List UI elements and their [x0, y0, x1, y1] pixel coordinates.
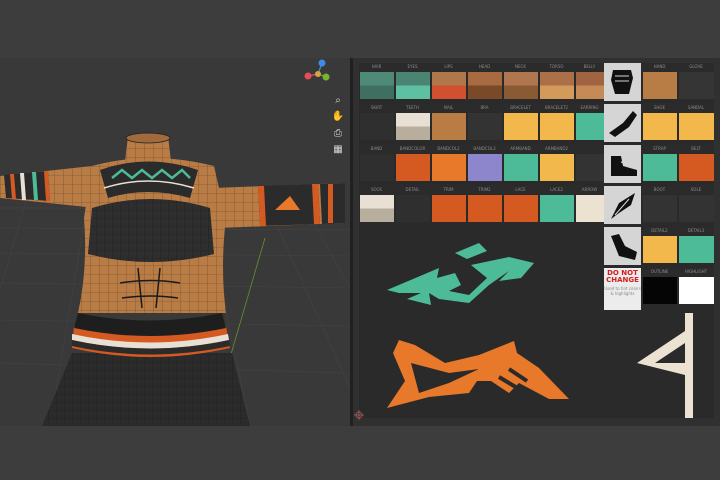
uv-origin-icon [354, 410, 364, 420]
area-divider[interactable] [350, 58, 353, 426]
y-axis-handle[interactable] [322, 73, 330, 81]
viewport-scene [0, 132, 350, 426]
zoom-icon[interactable]: ⌕ [331, 93, 345, 107]
x-axis-handle[interactable] [304, 72, 312, 80]
gizmo-center [315, 71, 321, 77]
teal-motif [387, 257, 534, 305]
grid-view-icon[interactable]: ▦ [331, 142, 345, 156]
texture-motifs [387, 243, 693, 418]
pan-hand-icon[interactable]: ✋ [331, 109, 345, 123]
z-axis-handle[interactable] [318, 59, 326, 67]
navigation-gizmo[interactable] [300, 58, 340, 88]
character-model [0, 132, 345, 426]
palette-texture: HAIR EYES LIPS HEAD NECK TORSO BELLY HAND GLOVE S… [359, 63, 714, 418]
uv-image-editor[interactable]: HAIR EYES LIPS HEAD NECK TORSO BELLY HAND GLOVE S… [350, 58, 720, 426]
3d-viewport[interactable]: ⌕ ✋ ⎙ ▦ [0, 58, 350, 426]
camera-icon[interactable]: ⎙ [331, 126, 345, 140]
cream-motif [685, 313, 693, 418]
